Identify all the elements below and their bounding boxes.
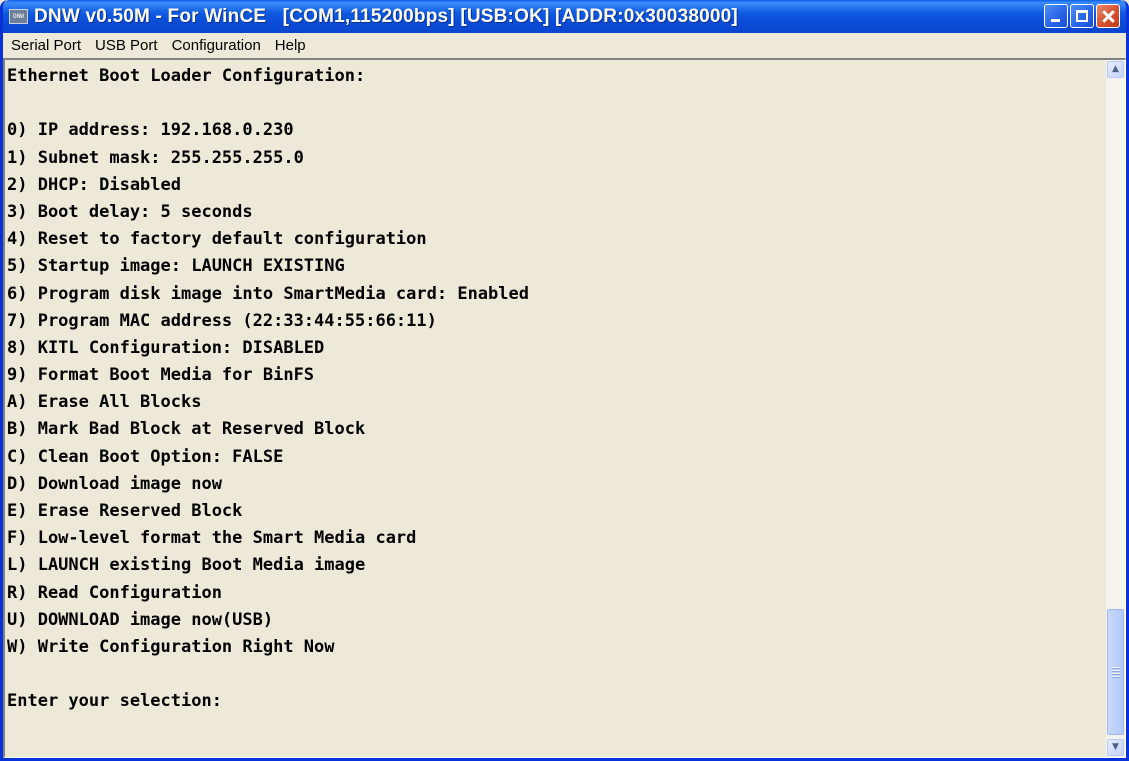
title-bar[interactable]: DNW DNW v0.50M - For WinCE [COM1,115200b… bbox=[3, 0, 1126, 33]
menu-bar: Serial Port USB Port Configuration Help bbox=[3, 33, 1126, 58]
terminal-line: U) DOWNLOAD image now(USB) bbox=[7, 609, 274, 630]
terminal-line: R) Read Configuration bbox=[7, 582, 222, 603]
thumb-grip-icon bbox=[1112, 670, 1120, 671]
terminal-line: 4) Reset to factory default configuratio… bbox=[7, 229, 427, 250]
terminal-line: 9) Format Boot Media for BinFS bbox=[7, 365, 315, 386]
menu-usb-port[interactable]: USB Port bbox=[89, 33, 164, 58]
chevron-up-icon: ▲ bbox=[1112, 64, 1119, 74]
terminal-line: 7) Program MAC address (22:33:44:55:66:1… bbox=[7, 310, 437, 331]
terminal-line: W) Write Configuration Right Now bbox=[7, 636, 335, 657]
terminal-line: D) Download image now bbox=[7, 473, 222, 494]
dnw-window: DNW DNW v0.50M - For WinCE [COM1,115200b… bbox=[0, 0, 1129, 761]
scroll-down-button[interactable]: ▼ bbox=[1107, 739, 1124, 756]
terminal-line: F) Low-level format the Smart Media card bbox=[7, 528, 417, 549]
dnw-app-icon[interactable]: DNW bbox=[9, 9, 28, 24]
terminal-frame: Ethernet Boot Loader Configuration: 0) I… bbox=[3, 58, 1126, 758]
terminal-line: 6) Program disk image into SmartMedia ca… bbox=[7, 283, 529, 304]
terminal-line: 0) IP address: 192.168.0.230 bbox=[7, 120, 294, 141]
menu-configuration[interactable]: Configuration bbox=[166, 33, 267, 58]
thumb-grip-icon bbox=[1112, 667, 1120, 668]
minimize-button[interactable] bbox=[1044, 4, 1068, 28]
thumb-grip-icon bbox=[1112, 673, 1120, 674]
terminal-line: A) Erase All Blocks bbox=[7, 392, 202, 413]
terminal-line: 3) Boot delay: 5 seconds bbox=[7, 201, 253, 222]
terminal-line: 2) DHCP: Disabled bbox=[7, 174, 181, 195]
vertical-scrollbar[interactable]: ▲ ▼ bbox=[1105, 60, 1125, 757]
window-controls bbox=[1044, 4, 1120, 28]
maximize-button[interactable] bbox=[1070, 4, 1094, 28]
terminal-line: B) Mark Bad Block at Reserved Block bbox=[7, 419, 366, 440]
terminal-line: 5) Startup image: LAUNCH EXISTING bbox=[7, 256, 345, 277]
window-title: DNW v0.50M - For WinCE [COM1,115200bps] … bbox=[34, 5, 738, 27]
menu-help[interactable]: Help bbox=[269, 33, 312, 58]
scroll-up-button[interactable]: ▲ bbox=[1107, 61, 1124, 78]
terminal-line: C) Clean Boot Option: FALSE bbox=[7, 446, 284, 467]
terminal-output[interactable]: Ethernet Boot Loader Configuration: 0) I… bbox=[5, 60, 1105, 757]
terminal-prompt: Enter your selection: bbox=[7, 691, 222, 712]
terminal-line: 8) KITL Configuration: DISABLED bbox=[7, 337, 325, 358]
chevron-down-icon: ▼ bbox=[1112, 742, 1119, 752]
terminal-line: E) Erase Reserved Block bbox=[7, 501, 243, 521]
minimize-icon bbox=[1051, 19, 1060, 22]
close-icon bbox=[1097, 5, 1119, 27]
maximize-icon bbox=[1076, 10, 1088, 22]
thumb-grip-icon bbox=[1112, 676, 1120, 677]
terminal-line: Ethernet Boot Loader Configuration: bbox=[7, 66, 366, 86]
close-button[interactable] bbox=[1096, 4, 1120, 28]
terminal-line: L) LAUNCH existing Boot Media image bbox=[7, 555, 366, 576]
scroll-thumb[interactable] bbox=[1107, 609, 1124, 735]
terminal-line: 1) Subnet mask: 255.255.255.0 bbox=[7, 147, 304, 168]
menu-serial-port[interactable]: Serial Port bbox=[5, 33, 87, 58]
